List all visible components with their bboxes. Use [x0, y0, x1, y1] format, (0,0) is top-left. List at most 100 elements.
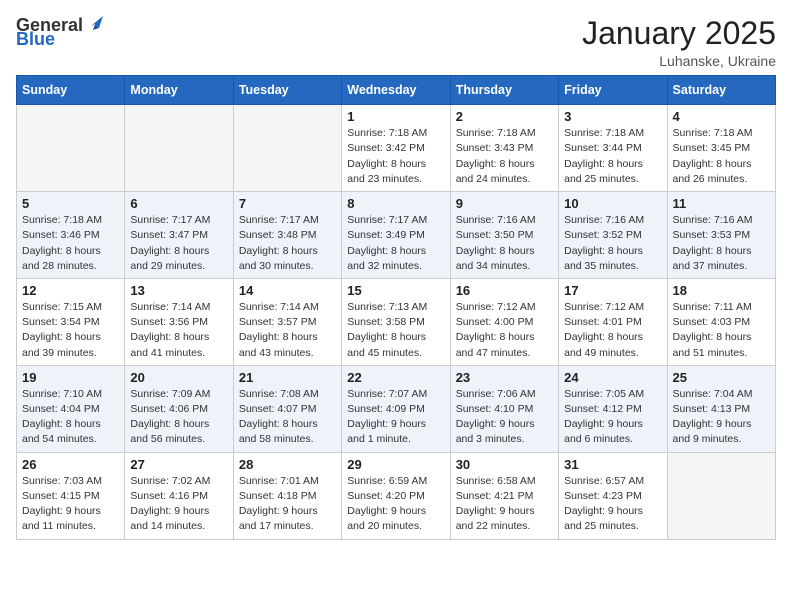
logo-blue-text: Blue [16, 30, 55, 48]
day-number: 28 [239, 457, 336, 472]
day-number: 5 [22, 196, 119, 211]
day-number: 22 [347, 370, 444, 385]
day-number: 29 [347, 457, 444, 472]
day-info: Sunrise: 7:18 AM Sunset: 3:43 PM Dayligh… [456, 126, 553, 187]
calendar-cell: 18 Sunrise: 7:11 AM Sunset: 4:03 PM Dayli… [667, 278, 775, 365]
day-info: Sunrise: 7:01 AM Sunset: 4:18 PM Dayligh… [239, 474, 336, 535]
day-info: Sunrise: 7:11 AM Sunset: 4:03 PM Dayligh… [673, 300, 770, 361]
day-number: 15 [347, 283, 444, 298]
calendar-cell: 28 Sunrise: 7:01 AM Sunset: 4:18 PM Dayli… [233, 452, 341, 539]
day-number: 23 [456, 370, 553, 385]
day-info: Sunrise: 7:17 AM Sunset: 3:48 PM Dayligh… [239, 213, 336, 274]
day-number: 27 [130, 457, 227, 472]
day-number: 1 [347, 109, 444, 124]
weekday-header-wednesday: Wednesday [342, 76, 450, 105]
calendar-cell: 21 Sunrise: 7:08 AM Sunset: 4:07 PM Dayli… [233, 365, 341, 452]
header: General Blue January 2025 Luhanske, Ukra… [16, 16, 776, 69]
day-info: Sunrise: 7:04 AM Sunset: 4:13 PM Dayligh… [673, 387, 770, 448]
weekday-header-tuesday: Tuesday [233, 76, 341, 105]
day-info: Sunrise: 7:09 AM Sunset: 4:06 PM Dayligh… [130, 387, 227, 448]
calendar-cell: 1 Sunrise: 7:18 AM Sunset: 3:42 PM Daylig… [342, 105, 450, 192]
calendar-cell: 7 Sunrise: 7:17 AM Sunset: 3:48 PM Daylig… [233, 192, 341, 279]
day-number: 19 [22, 370, 119, 385]
calendar-cell [125, 105, 233, 192]
calendar-cell: 9 Sunrise: 7:16 AM Sunset: 3:50 PM Daylig… [450, 192, 558, 279]
calendar-cell: 15Sunrise: 7:13 AM Sunset: 3:58 PM Dayli… [342, 278, 450, 365]
day-info: Sunrise: 7:18 AM Sunset: 3:46 PM Dayligh… [22, 213, 119, 274]
day-number: 16 [456, 283, 553, 298]
logo: General Blue [16, 16, 107, 48]
calendar-cell: 12Sunrise: 7:15 AM Sunset: 3:54 PM Dayli… [17, 278, 125, 365]
day-number: 30 [456, 457, 553, 472]
calendar-cell: 4 Sunrise: 7:18 AM Sunset: 3:45 PM Daylig… [667, 105, 775, 192]
calendar-cell [667, 452, 775, 539]
calendar-cell: 6Sunrise: 7:17 AM Sunset: 3:47 PM Daylig… [125, 192, 233, 279]
calendar-cell: 8 Sunrise: 7:17 AM Sunset: 3:49 PM Daylig… [342, 192, 450, 279]
day-info: Sunrise: 7:16 AM Sunset: 3:50 PM Dayligh… [456, 213, 553, 274]
day-number: 12 [22, 283, 119, 298]
day-number: 3 [564, 109, 661, 124]
calendar-week-row: 26 Sunrise: 7:03 AM Sunset: 4:15 PM Dayli… [17, 452, 776, 539]
calendar-cell: 22Sunrise: 7:07 AM Sunset: 4:09 PM Dayli… [342, 365, 450, 452]
calendar-cell: 24Sunrise: 7:05 AM Sunset: 4:12 PM Dayli… [559, 365, 667, 452]
day-number: 26 [22, 457, 119, 472]
calendar-week-row: 5 Sunrise: 7:18 AM Sunset: 3:46 PM Daylig… [17, 192, 776, 279]
calendar-cell: 3Sunrise: 7:18 AM Sunset: 3:44 PM Daylig… [559, 105, 667, 192]
day-info: Sunrise: 7:18 AM Sunset: 3:42 PM Dayligh… [347, 126, 444, 187]
day-info: Sunrise: 6:59 AM Sunset: 4:20 PM Dayligh… [347, 474, 444, 535]
day-info: Sunrise: 7:08 AM Sunset: 4:07 PM Dayligh… [239, 387, 336, 448]
day-info: Sunrise: 7:06 AM Sunset: 4:10 PM Dayligh… [456, 387, 553, 448]
title-section: January 2025 Luhanske, Ukraine [582, 16, 776, 69]
day-number: 7 [239, 196, 336, 211]
day-info: Sunrise: 6:58 AM Sunset: 4:21 PM Dayligh… [456, 474, 553, 535]
day-info: Sunrise: 7:18 AM Sunset: 3:45 PM Dayligh… [673, 126, 770, 187]
day-number: 6 [130, 196, 227, 211]
day-number: 18 [673, 283, 770, 298]
calendar-cell: 13Sunrise: 7:14 AM Sunset: 3:56 PM Dayli… [125, 278, 233, 365]
day-info: Sunrise: 7:16 AM Sunset: 3:52 PM Dayligh… [564, 213, 661, 274]
calendar-cell: 17Sunrise: 7:12 AM Sunset: 4:01 PM Dayli… [559, 278, 667, 365]
day-info: Sunrise: 6:57 AM Sunset: 4:23 PM Dayligh… [564, 474, 661, 535]
day-info: Sunrise: 7:17 AM Sunset: 3:49 PM Dayligh… [347, 213, 444, 274]
day-number: 31 [564, 457, 661, 472]
calendar-cell: 11 Sunrise: 7:16 AM Sunset: 3:53 PM Dayli… [667, 192, 775, 279]
day-number: 21 [239, 370, 336, 385]
day-number: 8 [347, 196, 444, 211]
location-subtitle: Luhanske, Ukraine [582, 53, 776, 69]
weekday-header-thursday: Thursday [450, 76, 558, 105]
calendar-cell: 23 Sunrise: 7:06 AM Sunset: 4:10 PM Dayli… [450, 365, 558, 452]
month-title: January 2025 [582, 16, 776, 51]
calendar-cell: 29 Sunrise: 6:59 AM Sunset: 4:20 PM Dayli… [342, 452, 450, 539]
day-number: 2 [456, 109, 553, 124]
calendar-week-row: 12Sunrise: 7:15 AM Sunset: 3:54 PM Dayli… [17, 278, 776, 365]
calendar-cell [233, 105, 341, 192]
day-number: 11 [673, 196, 770, 211]
calendar-cell: 30 Sunrise: 6:58 AM Sunset: 4:21 PM Dayli… [450, 452, 558, 539]
day-number: 17 [564, 283, 661, 298]
day-number: 9 [456, 196, 553, 211]
calendar-cell: 19Sunrise: 7:10 AM Sunset: 4:04 PM Dayli… [17, 365, 125, 452]
day-number: 4 [673, 109, 770, 124]
day-info: Sunrise: 7:03 AM Sunset: 4:15 PM Dayligh… [22, 474, 119, 535]
calendar-cell: 5 Sunrise: 7:18 AM Sunset: 3:46 PM Daylig… [17, 192, 125, 279]
calendar-cell: 25Sunrise: 7:04 AM Sunset: 4:13 PM Dayli… [667, 365, 775, 452]
calendar-cell: 27 Sunrise: 7:02 AM Sunset: 4:16 PM Dayli… [125, 452, 233, 539]
calendar-cell: 20Sunrise: 7:09 AM Sunset: 4:06 PM Dayli… [125, 365, 233, 452]
day-info: Sunrise: 7:02 AM Sunset: 4:16 PM Dayligh… [130, 474, 227, 535]
logo-bird-icon [85, 14, 107, 34]
weekday-header-row: SundayMondayTuesdayWednesdayThursdayFrid… [17, 76, 776, 105]
calendar-week-row: 1 Sunrise: 7:18 AM Sunset: 3:42 PM Daylig… [17, 105, 776, 192]
day-number: 14 [239, 283, 336, 298]
day-number: 24 [564, 370, 661, 385]
weekday-header-monday: Monday [125, 76, 233, 105]
day-info: Sunrise: 7:16 AM Sunset: 3:53 PM Dayligh… [673, 213, 770, 274]
calendar-week-row: 19Sunrise: 7:10 AM Sunset: 4:04 PM Dayli… [17, 365, 776, 452]
calendar-cell [17, 105, 125, 192]
calendar-cell: 10 Sunrise: 7:16 AM Sunset: 3:52 PM Dayli… [559, 192, 667, 279]
calendar-cell: 14 Sunrise: 7:14 AM Sunset: 3:57 PM Dayli… [233, 278, 341, 365]
day-number: 13 [130, 283, 227, 298]
calendar-cell: 16Sunrise: 7:12 AM Sunset: 4:00 PM Dayli… [450, 278, 558, 365]
day-info: Sunrise: 7:14 AM Sunset: 3:57 PM Dayligh… [239, 300, 336, 361]
calendar-cell: 26 Sunrise: 7:03 AM Sunset: 4:15 PM Dayli… [17, 452, 125, 539]
day-number: 10 [564, 196, 661, 211]
